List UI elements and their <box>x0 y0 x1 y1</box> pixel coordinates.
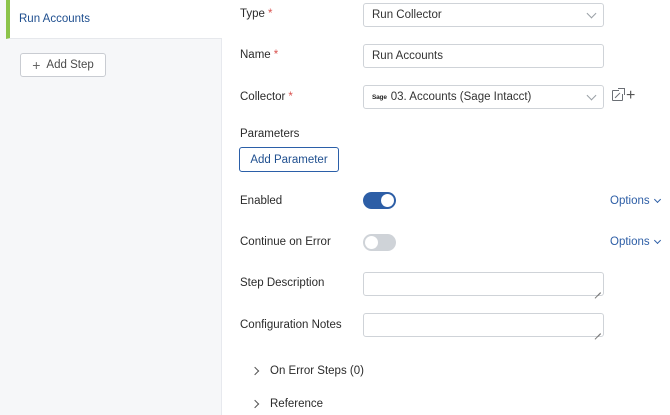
add-collector-icon[interactable]: + <box>626 88 635 104</box>
toggle-knob <box>381 194 394 207</box>
name-input[interactable]: Run Accounts <box>363 44 604 68</box>
collector-select-value: 03. Accounts (Sage Intacct) <box>390 91 532 103</box>
parameters-label: Parameters <box>240 128 300 140</box>
open-external-icon[interactable] <box>612 88 625 101</box>
configuration-notes-textarea[interactable] <box>363 313 604 337</box>
collector-select[interactable]: Sage 03. Accounts (Sage Intacct) <box>363 85 604 109</box>
chevron-down-icon <box>586 90 597 101</box>
step-description-textarea[interactable] <box>363 272 604 296</box>
toggle-knob <box>365 236 378 249</box>
reference-label: Reference <box>270 398 324 410</box>
options-label: Options <box>610 236 650 248</box>
enabled-toggle[interactable] <box>363 192 396 209</box>
resize-handle-icon[interactable] <box>595 328 601 334</box>
required-marker: * <box>273 49 279 61</box>
chevron-down-icon <box>653 195 661 204</box>
plus-icon: + <box>32 56 41 73</box>
collector-label: Collector * <box>240 91 293 103</box>
chevron-right-icon <box>250 366 260 376</box>
enabled-label: Enabled <box>240 195 283 207</box>
reference-toggle[interactable]: Reference <box>250 398 324 410</box>
continue-on-error-label: Continue on Error <box>240 236 331 248</box>
type-select[interactable]: Run Collector <box>363 3 604 27</box>
type-select-value: Run Collector <box>372 9 442 21</box>
chevron-down-icon <box>586 8 597 19</box>
name-input-value: Run Accounts <box>372 50 443 62</box>
sage-logo: Sage <box>372 93 387 101</box>
enabled-options-dropdown[interactable]: Options <box>610 195 661 207</box>
step-label: Run Accounts <box>19 13 90 25</box>
on-error-steps-label: On Error Steps (0) <box>270 365 364 377</box>
required-marker: * <box>267 8 273 20</box>
chevron-right-icon <box>250 399 260 409</box>
required-marker: * <box>288 91 293 103</box>
type-label: Type * <box>240 8 273 20</box>
add-step-label: Add Step <box>46 59 94 71</box>
resize-handle-icon[interactable] <box>595 287 601 293</box>
continue-on-error-options-dropdown[interactable]: Options <box>610 236 661 248</box>
configuration-notes-label: Configuration Notes <box>240 319 342 331</box>
on-error-steps-toggle[interactable]: On Error Steps (0) <box>250 365 364 377</box>
chevron-down-icon <box>653 236 661 245</box>
name-label: Name * <box>240 49 279 61</box>
continue-on-error-toggle[interactable] <box>363 234 396 251</box>
add-step-button[interactable]: + Add Step <box>20 53 106 77</box>
add-parameter-button[interactable]: Add Parameter <box>239 147 339 172</box>
step-description-label: Step Description <box>240 277 325 289</box>
steps-sidebar: Run Accounts + Add Step <box>0 0 222 415</box>
sidebar-step-run-accounts[interactable]: Run Accounts <box>6 0 222 39</box>
options-label: Options <box>610 195 650 207</box>
